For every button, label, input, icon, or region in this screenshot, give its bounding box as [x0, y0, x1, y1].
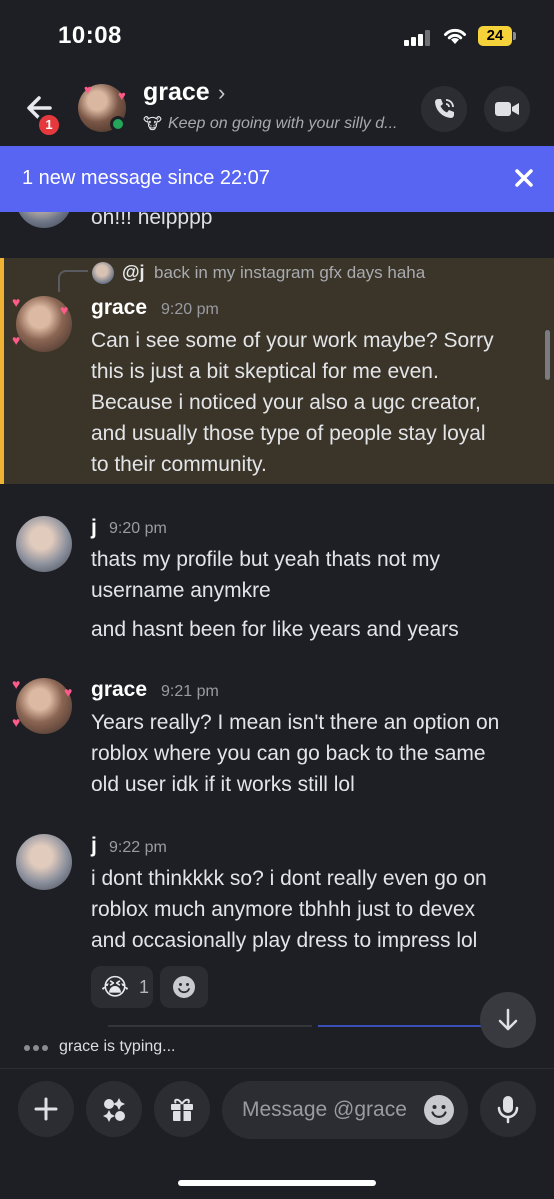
reply-avatar — [92, 262, 114, 284]
message-line: Years really? I mean isn't there an opti… — [91, 711, 500, 734]
message-line: thats my profile but yeah thats not my — [91, 548, 441, 571]
message-username[interactable]: grace — [91, 678, 147, 702]
call-button[interactable] — [421, 86, 467, 132]
video-camera-icon — [495, 102, 519, 116]
message-timestamp: 9:22 pm — [109, 839, 167, 856]
avatar[interactable] — [16, 834, 72, 890]
divider — [108, 1025, 312, 1027]
microphone-icon — [497, 1096, 519, 1124]
message-composer — [0, 1068, 554, 1158]
heart-icon: ♥ — [12, 714, 21, 730]
close-icon[interactable] — [510, 164, 538, 192]
message-line: roblox much anymore tbhhh just to devex — [91, 898, 476, 921]
message-text: i dont thinkkkk so? i dont really even g… — [91, 863, 487, 956]
message-text: Can i see some of your work maybe? Sorry… — [91, 325, 494, 480]
attach-button[interactable] — [18, 1081, 74, 1137]
reaction-chip[interactable]: 😭 1 — [91, 966, 153, 1008]
message-text: thats my profile but yeah thats not my u… — [91, 544, 440, 606]
message-line: this is just a bit skeptical for me even… — [91, 360, 439, 383]
add-reaction-button[interactable] — [160, 966, 208, 1008]
wifi-icon — [444, 28, 466, 44]
message-timestamp: 9:20 pm — [161, 301, 219, 318]
gift-icon — [171, 1098, 193, 1121]
message-line: i dont thinkkkk so? i dont really even g… — [91, 867, 487, 890]
status-bar: 10:08 24 — [0, 0, 554, 72]
scrollbar[interactable] — [545, 330, 550, 380]
message-line: and occasionally play dress to impress l… — [91, 929, 478, 952]
heart-icon: ♥ — [12, 676, 21, 692]
unread-badge: 1 — [36, 112, 62, 138]
phone-icon — [435, 99, 454, 118]
emoji-button[interactable] — [424, 1095, 454, 1125]
heart-icon: ♥ — [12, 332, 21, 348]
cellular-signal-icon — [404, 30, 434, 46]
message-text: Years really? I mean isn't there an opti… — [91, 707, 499, 800]
message-text: oh!!! helpppp — [91, 212, 213, 229]
heart-icon: ♥ — [12, 294, 21, 310]
crying-emoji-icon: 😭 — [101, 973, 130, 1001]
channel-header: 1 ♥ ♥ grace › 🐮 Keep on going with your … — [0, 72, 554, 146]
message-line: Because i noticed your also a ugc creato… — [91, 391, 481, 414]
heart-icon: ♥ — [64, 684, 73, 700]
jump-to-bottom-button[interactable] — [480, 992, 536, 1048]
message-username[interactable]: j — [91, 834, 97, 858]
message-line: to their community. — [91, 453, 267, 476]
emoji-icon — [431, 1105, 447, 1118]
smiley-icon — [173, 976, 195, 998]
reaction-count: 1 — [139, 976, 150, 997]
arrow-down-icon — [498, 1008, 518, 1031]
message-line: username anymkre — [91, 579, 271, 602]
reply-username[interactable]: @j — [122, 262, 145, 283]
channel-name[interactable]: grace — [143, 78, 210, 107]
apps-icon — [103, 1098, 125, 1122]
voice-message-button[interactable] — [480, 1081, 536, 1137]
message-username[interactable]: grace — [91, 296, 147, 320]
heart-icon: ♥ — [118, 88, 126, 103]
message-line: Can i see some of your work maybe? Sorry — [91, 329, 494, 352]
reply-preview[interactable]: back in my instagram gfx days haha — [154, 263, 425, 283]
message-text: and hasnt been for like years and years — [91, 618, 459, 641]
message-list[interactable]: oh!!! helpppp @j back in my instagram gf… — [0, 212, 554, 1062]
video-call-button[interactable] — [484, 86, 530, 132]
typing-dots-icon — [24, 1038, 51, 1056]
avatar[interactable] — [16, 516, 72, 572]
gift-button[interactable] — [154, 1081, 210, 1137]
message-timestamp: 9:20 pm — [109, 520, 167, 537]
reply-connector — [58, 270, 88, 292]
message-username[interactable]: j — [91, 516, 97, 540]
typing-text: grace is typing... — [59, 1038, 176, 1055]
message-line: old user idk if it works still lol — [91, 773, 355, 796]
plus-icon — [34, 1097, 58, 1121]
battery-level: 24 — [478, 26, 512, 46]
message-timestamp: 9:21 pm — [161, 683, 219, 700]
message-line: and usually those type of people stay lo… — [91, 422, 486, 445]
divider — [318, 1025, 484, 1027]
home-indicator[interactable] — [178, 1180, 376, 1186]
avatar[interactable] — [16, 212, 72, 228]
message-line: roblox where you can go back to the same — [91, 742, 486, 765]
banner-text: 1 new message since 22:07 — [22, 167, 270, 189]
cow-emoji-icon: 🐮 — [143, 116, 162, 133]
battery-icon: 24 — [478, 26, 516, 46]
status-time: 10:08 — [58, 22, 122, 49]
typing-indicator: grace is typing... — [24, 1038, 176, 1056]
heart-icon: ♥ — [84, 82, 92, 97]
heart-icon: ♥ — [60, 302, 69, 318]
online-status-dot — [110, 116, 126, 132]
apps-button[interactable] — [86, 1081, 142, 1137]
new-messages-banner[interactable]: 1 new message since 22:07 — [0, 146, 554, 212]
custom-status: Keep on going with your silly d... — [168, 115, 398, 132]
chevron-right-icon[interactable]: › — [218, 80, 225, 106]
